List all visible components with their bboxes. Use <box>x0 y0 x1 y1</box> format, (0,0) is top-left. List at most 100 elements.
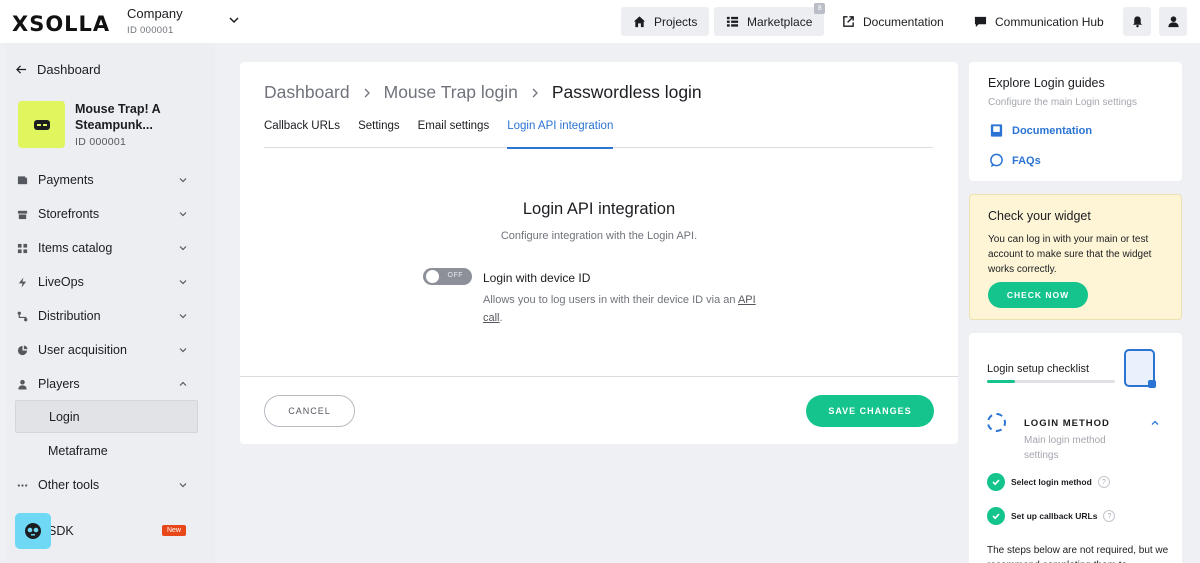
sidebar-item-user-acquisition[interactable]: User acquisition <box>16 337 196 363</box>
checklist-step[interactable]: Select login method ? <box>987 473 1110 491</box>
documentation-link[interactable]: Documentation <box>830 7 956 36</box>
marketplace-label: Marketplace <box>747 14 813 29</box>
bolt-icon <box>18 276 26 288</box>
robot-icon <box>25 523 41 539</box>
faqs-label: FAQs <box>1012 154 1041 167</box>
gamepad-icon <box>33 119 50 130</box>
chevron-up-icon <box>179 381 187 386</box>
sidebar-item-other-tools[interactable]: Other tools <box>16 472 196 498</box>
login-method-title[interactable]: LOGIN METHOD <box>1024 418 1110 429</box>
toggle-knob <box>426 270 439 283</box>
project-card[interactable]: Mouse Trap! A Steampunk... ID 000001 <box>18 101 175 148</box>
sidebar-item-label: Payments <box>38 173 94 187</box>
sidebar-item-items-catalog[interactable]: Items catalog <box>16 235 196 261</box>
home-icon <box>633 16 646 28</box>
breadcrumb-mouse-trap-login[interactable]: Mouse Trap login <box>384 82 518 103</box>
checklist-step[interactable]: Set up callback URLs ? <box>987 507 1116 525</box>
tab-login-api-integration[interactable]: Login API integration <box>507 120 614 149</box>
project-title: Mouse Trap! A Steampunk... <box>75 102 161 132</box>
company-switcher[interactable]: Company ID 000001 <box>127 6 183 36</box>
tab-settings[interactable]: Settings <box>358 120 400 148</box>
section-title: Login API integration <box>522 200 676 218</box>
external-link-icon <box>843 16 854 27</box>
person-icon <box>17 379 27 390</box>
cancel-button[interactable]: CANCEL <box>264 395 355 427</box>
profile-button[interactable] <box>1159 7 1187 36</box>
chevron-right-icon <box>532 88 538 97</box>
check-widget-card: Check your widget You can log in with yo… <box>969 194 1182 320</box>
check-icon <box>987 473 1005 491</box>
sidebar-item-label: Players <box>38 377 80 391</box>
notifications-button[interactable] <box>1123 7 1151 36</box>
login-guides-card: Explore Login guides Configure the main … <box>969 62 1182 181</box>
marketplace-button[interactable]: Marketplace 8 <box>714 3 826 36</box>
main-card: Dashboard Mouse Trap login Passwordless … <box>240 62 958 444</box>
tab-bar: Callback URLs Settings Email settings Lo… <box>264 120 933 149</box>
help-icon[interactable]: ? <box>1103 510 1116 522</box>
sidebar-item-label: Distribution <box>38 309 101 323</box>
sidebar-item-liveops[interactable]: LiveOps <box>16 269 196 295</box>
xsolla-logo[interactable]: XSOLLA <box>12 12 110 36</box>
guides-faqs-link[interactable]: FAQs <box>989 153 1041 168</box>
sidebar: Dashboard Mouse Trap! A Steampunk... ID … <box>6 43 215 563</box>
chevron-down-icon <box>179 246 187 251</box>
new-badge: New <box>161 525 186 536</box>
sidebar-item-payments[interactable]: Payments <box>16 167 196 193</box>
checklist-progress-bar <box>987 380 1115 383</box>
device-id-description: Allows you to log users in with their de… <box>483 294 756 324</box>
checklist-note: The steps below are not required, but we… <box>987 545 1169 563</box>
projects-label: Projects <box>654 14 698 29</box>
guides-documentation-link[interactable]: Documentation <box>989 123 1092 138</box>
sidebar-item-distribution[interactable]: Distribution <box>16 303 196 329</box>
device-id-label: Login with device ID <box>483 271 591 285</box>
marketplace-badge: 8 <box>814 3 826 14</box>
sidebar-subitem-login[interactable]: Login <box>15 400 198 433</box>
step-pending-icon <box>987 413 1006 432</box>
sidebar-item-storefronts[interactable]: Storefronts <box>16 201 196 227</box>
step-label: Select login method <box>1011 477 1092 487</box>
tab-email-settings[interactable]: Email settings <box>418 120 490 148</box>
chevron-down-icon <box>179 178 187 183</box>
login-method-subtitle: Main login method settings <box>1024 435 1106 461</box>
sidebar-item-players[interactable]: Players <box>16 371 196 397</box>
guides-subtitle: Configure the main Login settings <box>988 97 1137 108</box>
setup-checklist-card: Login setup checklist LOGIN METHOD Main … <box>969 333 1182 563</box>
share-icon <box>17 311 27 321</box>
breadcrumb-current: Passwordless login <box>551 82 702 102</box>
documentation-label: Documentation <box>863 14 944 29</box>
chat-bubble-icon <box>990 153 1003 168</box>
sdk-assistant-avatar[interactable] <box>15 513 51 549</box>
company-name: Company <box>127 6 183 21</box>
communication-hub-link[interactable]: Communication Hub <box>962 7 1116 36</box>
checklist-title: Login setup checklist <box>987 363 1090 375</box>
chevron-down-icon <box>179 212 187 217</box>
tab-callback-urls[interactable]: Callback URLs <box>264 120 340 148</box>
store-icon <box>17 210 27 219</box>
bell-icon <box>1132 16 1142 28</box>
sidebar-item-label: SDK <box>48 524 74 538</box>
description-text: Allows you to log users in with their de… <box>483 294 736 306</box>
chat-icon <box>974 16 987 28</box>
phone-illustration-icon <box>1124 349 1156 388</box>
chevron-down-icon <box>179 280 187 285</box>
project-id: ID 000001 <box>75 136 127 148</box>
book-icon <box>990 124 1003 137</box>
sidebar-item-label: Items catalog <box>38 241 113 255</box>
chevron-up-icon[interactable] <box>1150 418 1160 428</box>
device-id-toggle[interactable]: OFF <box>423 268 472 285</box>
save-changes-button[interactable]: SAVE CHANGES <box>806 395 934 427</box>
breadcrumb-dashboard[interactable]: Dashboard <box>264 82 350 103</box>
sidebar-subitem-metaframe[interactable]: Metaframe <box>15 434 198 467</box>
projects-button[interactable]: Projects <box>621 7 710 36</box>
project-thumbnail <box>18 101 65 148</box>
widget-description: You can log in with your main or test ac… <box>988 234 1152 275</box>
breadcrumb: Dashboard Mouse Trap login Passwordless … <box>264 82 702 103</box>
chevron-down-icon[interactable] <box>228 14 240 26</box>
check-now-button[interactable]: CHECK NOW <box>988 282 1088 308</box>
toggle-state: OFF <box>447 272 463 279</box>
help-icon[interactable]: ? <box>1097 476 1110 488</box>
chart-icon <box>17 344 28 355</box>
back-to-dashboard[interactable]: Dashboard <box>16 62 101 77</box>
progress-fill <box>987 380 1016 383</box>
sidebar-item-label: LiveOps <box>38 275 84 289</box>
